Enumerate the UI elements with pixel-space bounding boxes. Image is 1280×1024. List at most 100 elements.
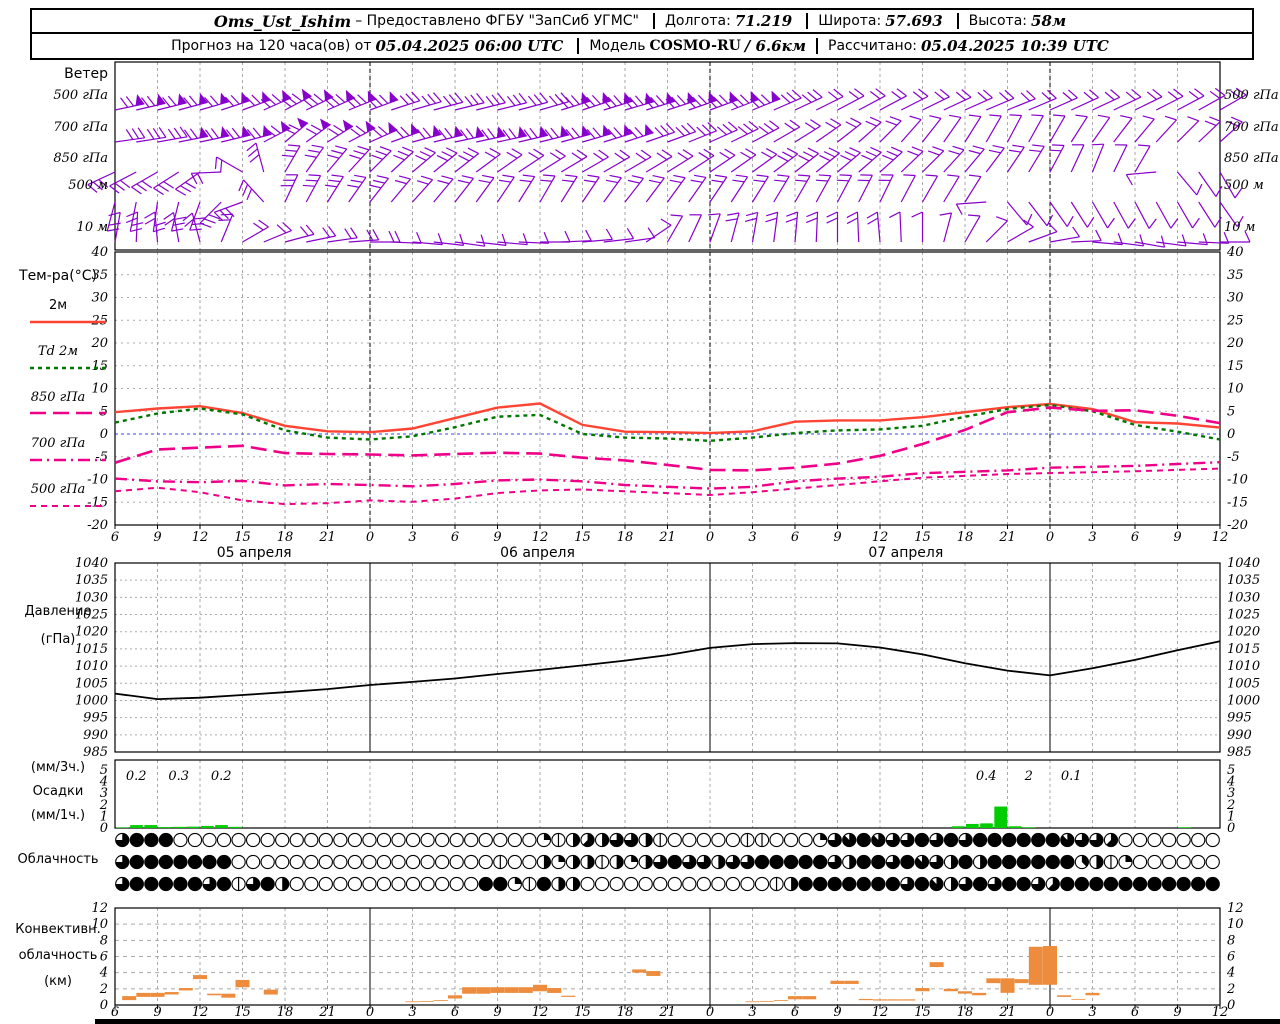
svg-text:-5: -5 [1227, 450, 1240, 465]
svg-text:0: 0 [366, 530, 374, 545]
svg-text:8: 8 [1227, 933, 1235, 948]
wind-level-10m: 10 м [76, 220, 108, 235]
latitude-value: 57.693 [885, 12, 943, 30]
svg-text:18: 18 [277, 530, 294, 545]
model-name: COSMO-RU [649, 38, 741, 54]
legend-700hpa-label: 700 гПа [30, 436, 86, 451]
header-row-1: Oms_Ust_Ishim – Предоставлено ФГБУ "ЗапС… [32, 10, 1252, 34]
svg-text:1025: 1025 [1227, 608, 1260, 623]
svg-text:0.1: 0.1 [1061, 769, 1082, 784]
altitude-value: 58м [1031, 12, 1067, 30]
svg-text:995: 995 [1227, 711, 1252, 726]
forecast-time: 05.04.2025 06:00 UTC [375, 37, 564, 55]
header: Oms_Ust_Ishim – Предоставлено ФГБУ "ЗапС… [30, 8, 1254, 60]
bottom-border-bar [95, 1019, 1280, 1024]
conv-panel-units: (км) [44, 974, 72, 989]
header-divider [816, 38, 819, 54]
conv-panel-title-2: облачность [18, 948, 98, 963]
svg-text:15: 15 [234, 530, 251, 545]
model-resolution: / 6.6км [744, 37, 807, 55]
latitude-label: Широта: [818, 13, 882, 29]
svg-text:1010: 1010 [1227, 659, 1260, 674]
svg-text:40: 40 [1226, 245, 1244, 260]
clouds-panel-title: Облачность [17, 852, 99, 867]
svg-text:-15: -15 [87, 495, 108, 510]
forecast-label: Прогноз на 120 часа(ов) от [171, 38, 372, 54]
svg-text:985: 985 [1227, 745, 1252, 760]
calculated-label: Рассчитано: [828, 38, 917, 54]
svg-text:1005: 1005 [75, 676, 108, 691]
svg-text:-15: -15 [1227, 495, 1248, 510]
wind-level-500hpa: 500 гПа [53, 88, 108, 103]
svg-text:2: 2 [1226, 982, 1235, 997]
station-name: Oms_Ust_Ishim [213, 11, 352, 31]
header-divider [806, 13, 809, 29]
svg-text:15: 15 [914, 530, 931, 545]
header-divider [577, 38, 580, 54]
svg-text:1020: 1020 [1227, 625, 1260, 640]
convective-bars [122, 945, 1100, 1003]
svg-text:07 апреля: 07 апреля [868, 545, 943, 561]
conv-panel-title-1: Конвективн. [15, 922, 101, 937]
svg-text:990: 990 [1227, 728, 1252, 743]
svg-text:1040: 1040 [1227, 556, 1260, 571]
meteogram-page: 40403535303025252020151510105500-5-5-10-… [0, 0, 1280, 1024]
svg-text:15: 15 [91, 359, 108, 374]
svg-text:0.2: 0.2 [211, 769, 232, 784]
precip-1h-units: (мм/1ч.) [30, 808, 86, 823]
svg-text:0: 0 [706, 530, 714, 545]
svg-text:25: 25 [1226, 313, 1244, 328]
svg-text:0: 0 [100, 821, 108, 836]
svg-text:18: 18 [617, 530, 634, 545]
wind-level-500m: 500 м [68, 178, 108, 193]
svg-text:-10: -10 [1227, 473, 1248, 488]
meteogram-plot: 40403535303025252020151510105500-5-5-10-… [30, 61, 1260, 1020]
wind-level-500m-right: 500 м [1224, 178, 1264, 193]
svg-text:1035: 1035 [75, 573, 108, 588]
longitude-label: Долгота: [664, 13, 731, 29]
svg-text:21: 21 [658, 530, 676, 545]
svg-text:-20: -20 [1227, 518, 1248, 533]
calculated-time: 05.04.2025 10:39 UTC [920, 37, 1109, 55]
pressure-panel-title: Давление [24, 604, 92, 619]
precip-bars: 0.2 0.3 0.2 0.4 2 0.1 [116, 769, 1192, 828]
svg-text:35: 35 [1227, 268, 1244, 283]
svg-text:1040: 1040 [75, 556, 108, 571]
svg-text:0.2: 0.2 [126, 769, 147, 784]
svg-text:15: 15 [574, 530, 591, 545]
svg-text:06 апреля: 06 апреля [500, 545, 575, 561]
svg-text:6: 6 [451, 530, 459, 545]
pressure-panel-units: (гПа) [40, 632, 76, 647]
temperature-curves [114, 402, 1221, 506]
svg-text:6: 6 [1131, 530, 1139, 545]
svg-text:3: 3 [1088, 530, 1096, 545]
svg-text:1000: 1000 [1227, 693, 1260, 708]
wind-level-850hpa: 850 гПа [53, 151, 108, 166]
svg-text:25: 25 [90, 313, 108, 328]
svg-text:1015: 1015 [1227, 642, 1260, 657]
svg-text:2: 2 [1024, 769, 1033, 784]
svg-text:12: 12 [872, 530, 889, 545]
header-row-2: Прогноз на 120 часа(ов) от 05.04.2025 06… [32, 34, 1252, 58]
svg-text:9: 9 [153, 530, 161, 545]
svg-text:995: 995 [83, 711, 108, 726]
svg-text:10: 10 [1227, 917, 1244, 932]
svg-text:5: 5 [1227, 404, 1235, 419]
svg-text:0: 0 [1227, 427, 1235, 442]
svg-text:0.3: 0.3 [168, 769, 189, 784]
legend-t2m-label: 2м [48, 298, 68, 313]
svg-text:1035: 1035 [1227, 573, 1260, 588]
wind-level-850hpa-right: 850 гПа [1224, 151, 1279, 166]
svg-text:990: 990 [83, 728, 108, 743]
svg-text:21: 21 [318, 530, 336, 545]
svg-text:15: 15 [1227, 359, 1244, 374]
wind-level-10m-right: 10 м [1224, 220, 1256, 235]
svg-text:12: 12 [1227, 901, 1244, 916]
model-label: Модель [589, 38, 646, 54]
legend-850hpa-label: 850 гПа [30, 390, 86, 405]
svg-text:1030: 1030 [1227, 590, 1260, 605]
svg-text:12: 12 [532, 530, 549, 545]
svg-text:12: 12 [91, 901, 108, 916]
precip-3h-units: (мм/3ч.) [30, 760, 86, 775]
svg-text:20: 20 [1226, 336, 1244, 351]
